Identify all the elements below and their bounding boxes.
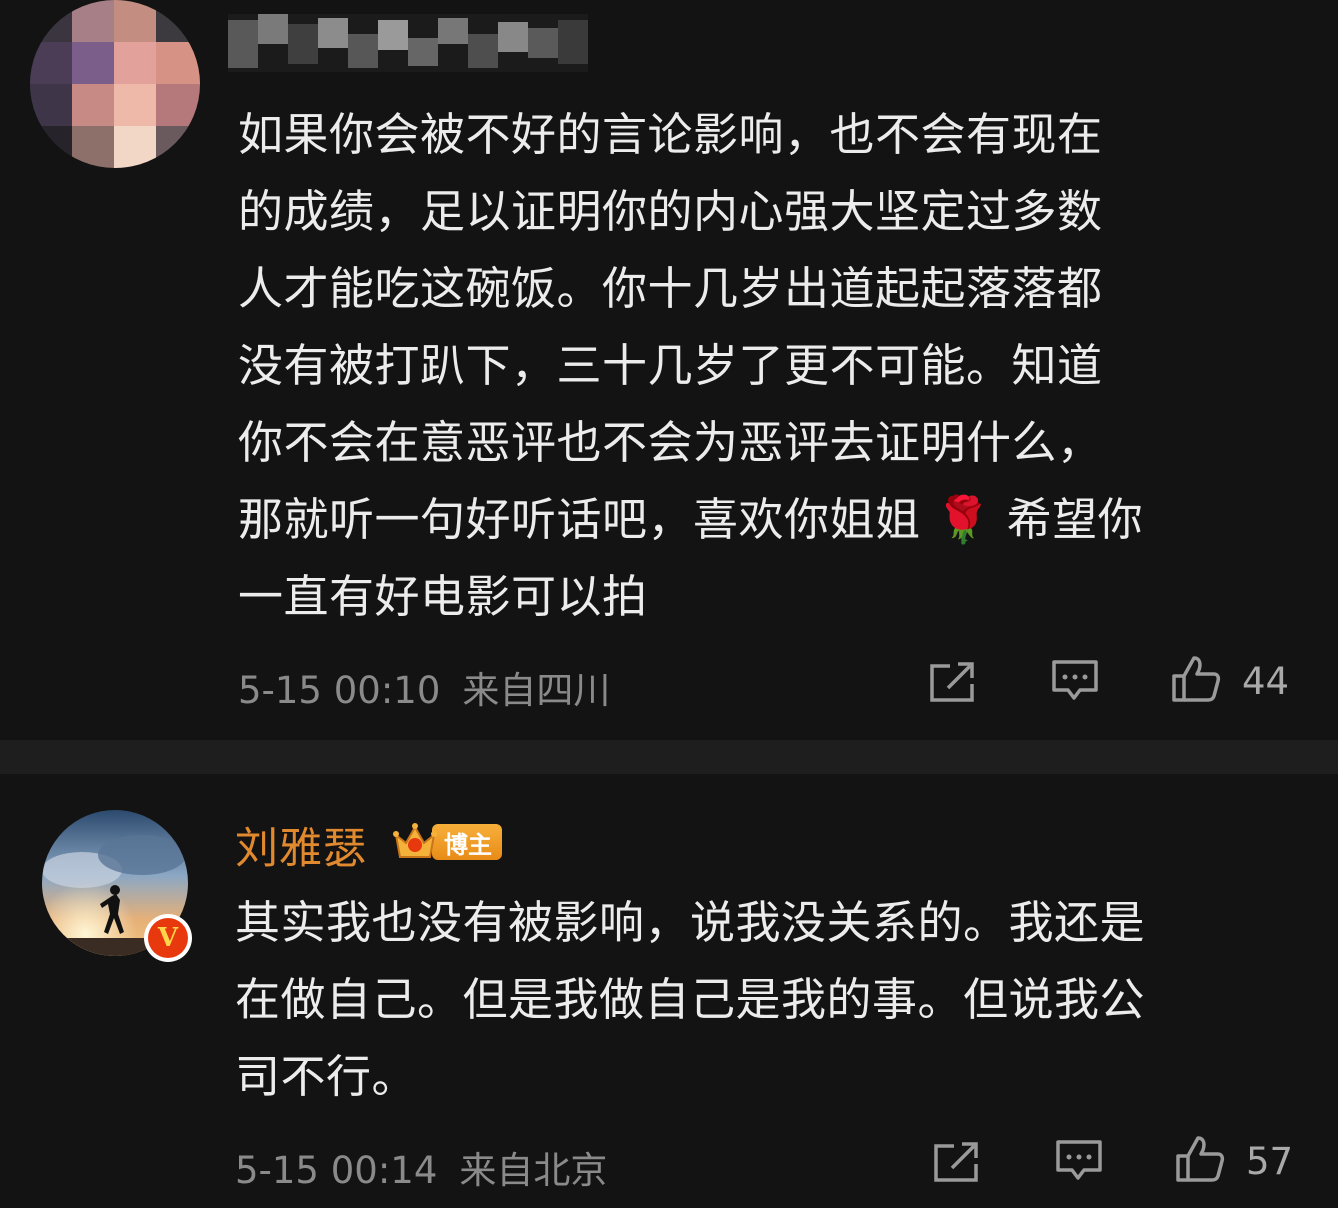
comment-text: 如果你会被不好的言论影响，也不会有现在 的成绩，足以证明你的内心强大坚定过多数 … xyxy=(238,108,1144,623)
avatar-pixelated-image xyxy=(30,0,200,168)
comment-icon[interactable] xyxy=(1050,658,1100,704)
thumbs-up-icon[interactable] xyxy=(1170,654,1222,704)
comment-card: 如果你会被不好的言论影响，也不会有现在 的成绩，足以证明你的内心强大坚定过多数 … xyxy=(0,0,1338,740)
share-icon[interactable] xyxy=(928,660,978,704)
verified-v-icon: V xyxy=(148,918,188,958)
location: 来自北京 xyxy=(459,1149,608,1192)
thumbs-up-icon[interactable] xyxy=(1174,1134,1226,1184)
comment-meta: 5-15 00:14 来自北京 xyxy=(235,1140,607,1194)
avatar[interactable] xyxy=(30,0,200,168)
blogger-tag: 博主 xyxy=(432,824,502,860)
location: 来自四川 xyxy=(462,669,611,712)
username-redacted[interactable] xyxy=(228,14,588,72)
comment-meta: 5-15 00:10 来自四川 xyxy=(238,660,610,714)
timestamp: 5-15 00:14 xyxy=(235,1149,438,1192)
comment-card: V 刘雅瑟 博主 其实我也没有被影响，说我没关系的。我还是 在做自己。但是我做自… xyxy=(0,774,1338,1208)
like-count: 57 xyxy=(1246,1140,1294,1183)
pixelated-name-image xyxy=(228,14,588,72)
share-icon[interactable] xyxy=(932,1140,982,1184)
blogger-badge: 博主 xyxy=(392,820,502,864)
username[interactable]: 刘雅瑟 xyxy=(235,814,367,876)
comment-icon[interactable] xyxy=(1054,1138,1104,1184)
verified-badge: V xyxy=(144,914,192,962)
comment-text: 其实我也没有被影响，说我没关系的。我还是 在做自己。但是我做自己是我的事。但说我… xyxy=(235,896,1146,1103)
timestamp: 5-15 00:10 xyxy=(238,669,441,712)
like-count: 44 xyxy=(1242,660,1290,703)
crown-icon xyxy=(393,823,437,858)
weibo-comments-screen: 如果你会被不好的言论影响，也不会有现在 的成绩，足以证明你的内心强大坚定过多数 … xyxy=(0,0,1338,1208)
divider xyxy=(0,740,1338,774)
